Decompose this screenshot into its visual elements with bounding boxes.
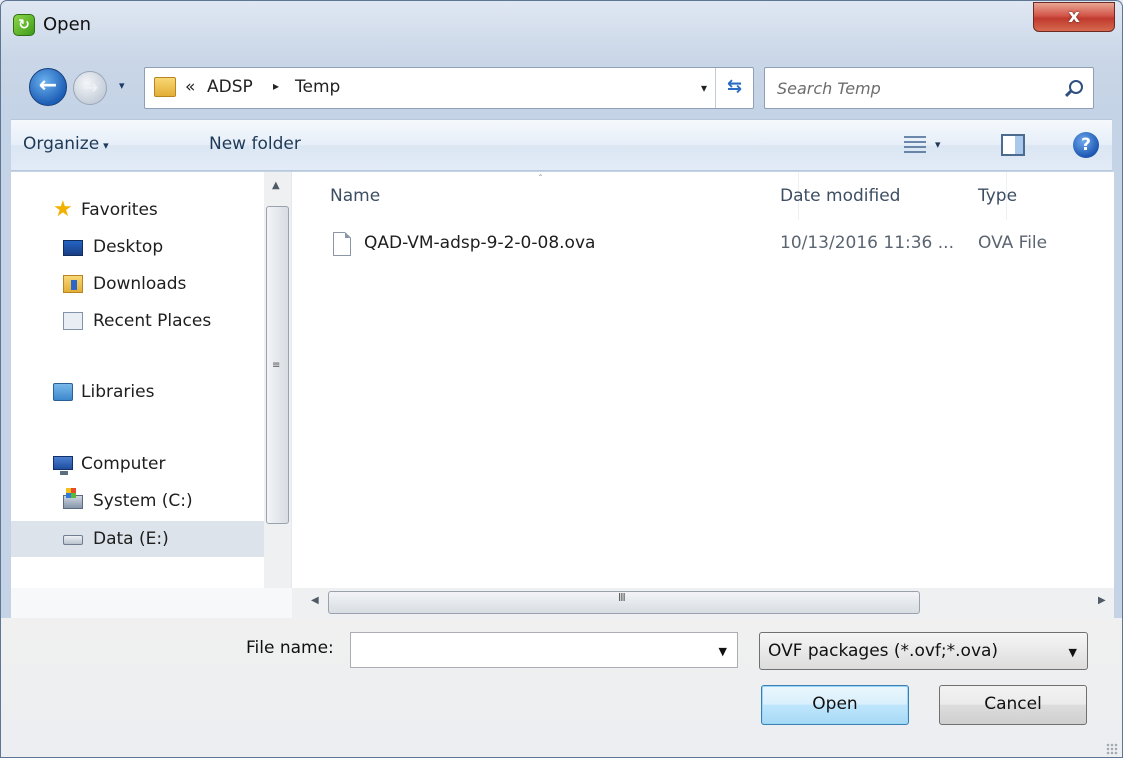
chevron-down-icon: ▾	[103, 139, 109, 152]
grip-icon: ≡	[272, 360, 281, 371]
breadcrumb-overflow[interactable]: «	[185, 77, 195, 97]
address-dropdown[interactable]: ▾	[701, 81, 707, 95]
window-title: Open	[43, 14, 92, 35]
grip-icon: III	[618, 591, 626, 604]
resize-grip-icon[interactable]	[1106, 743, 1118, 755]
scroll-up-icon[interactable]: ▲	[272, 180, 280, 191]
sidebar-item-downloads[interactable]: Downloads	[11, 266, 266, 302]
recent-places-icon	[63, 312, 83, 330]
nav-pane-bottom	[11, 588, 292, 618]
file-name-label: File name:	[246, 638, 334, 658]
navigation-pane: ★ Favorites Desktop Downloads Recent Pla…	[11, 172, 292, 618]
horizontal-scrollbar[interactable]: ◀ III ▶	[292, 588, 1114, 618]
organize-label: Organize	[23, 134, 100, 154]
sidebar-item-label: Favorites	[81, 200, 158, 220]
refresh-button[interactable]: ⇆	[715, 68, 753, 108]
sidebar-item-label: Downloads	[93, 274, 187, 294]
sidebar-item-data-drive[interactable]: Data (E:)	[11, 521, 266, 557]
forward-button[interactable]: →	[73, 71, 107, 105]
search-box[interactable]	[764, 67, 1094, 109]
file-name-input[interactable]	[355, 637, 695, 663]
sidebar-item-label: Recent Places	[93, 311, 212, 331]
sidebar-item-favorites[interactable]: ★ Favorites	[11, 192, 266, 228]
open-button[interactable]: Open	[761, 685, 909, 725]
search-input[interactable]	[777, 76, 1047, 100]
column-header-name[interactable]: Name	[330, 186, 380, 206]
file-icon	[333, 232, 351, 256]
sidebar-item-libraries[interactable]: Libraries	[11, 374, 266, 410]
cancel-button[interactable]: Cancel	[939, 685, 1087, 725]
sidebar-item-label: Computer	[81, 454, 166, 474]
type-cell: OVA File	[978, 233, 1048, 253]
file-name-cell: QAD-VM-adsp-9-2-0-08.ova	[364, 233, 596, 253]
sidebar-item-label: Data (E:)	[93, 529, 169, 549]
sidebar-item-label: Libraries	[81, 382, 155, 402]
file-list: ˆ Name Date modified Type QAD-VM-adsp-9-…	[292, 172, 1114, 618]
file-type-select[interactable]: OVF packages (*.ovf;*.ova) ▼	[759, 632, 1088, 670]
chevron-down-icon: ▼	[1068, 646, 1077, 659]
open-dialog: ↻ Open x ← → ▾ « ADSP ▸ Temp ▾ ⇆ Organiz…	[0, 0, 1123, 758]
sidebar-item-recent-places[interactable]: Recent Places	[11, 303, 266, 339]
back-button[interactable]: ←	[29, 68, 67, 106]
dialog-footer: File name: ▼ OVF packages (*.ovf;*.ova) …	[1, 618, 1122, 757]
column-header-type[interactable]: Type	[978, 186, 1017, 206]
column-header-date-modified[interactable]: Date modified	[780, 186, 900, 206]
breadcrumb-temp[interactable]: Temp	[295, 77, 340, 97]
folder-icon	[154, 77, 176, 97]
nav-vertical-scrollbar[interactable]: ▲ ≡ ▼	[264, 172, 291, 618]
star-icon: ★	[53, 197, 73, 222]
close-button[interactable]: x	[1033, 2, 1115, 32]
help-icon[interactable]: ?	[1073, 132, 1099, 158]
sidebar-item-label: Desktop	[93, 237, 164, 257]
table-row[interactable]: QAD-VM-adsp-9-2-0-08.ova 10/13/2016 11:3…	[326, 224, 1106, 264]
command-bar: Organize ▾ New folder ▾ ?	[11, 119, 1112, 171]
breadcrumb-separator[interactable]: ▸	[273, 79, 279, 93]
file-name-combobox[interactable]: ▼	[350, 632, 738, 668]
navigation-bar: ← → ▾ « ADSP ▸ Temp ▾ ⇆	[1, 55, 1122, 119]
desktop-icon	[63, 240, 83, 256]
preview-pane-icon[interactable]	[1001, 134, 1025, 156]
date-modified-cell: 10/13/2016 11:36 ...	[780, 233, 954, 253]
sort-ascending-icon: ˆ	[538, 174, 543, 185]
sidebar-item-computer[interactable]: Computer	[11, 446, 266, 482]
new-folder-button[interactable]: New folder	[209, 134, 301, 154]
breadcrumb-adsp[interactable]: ADSP	[207, 77, 253, 97]
view-dropdown[interactable]: ▾	[935, 138, 941, 151]
scroll-left-icon[interactable]: ◀	[311, 595, 319, 606]
title-bar[interactable]: ↻ Open x	[1, 1, 1122, 49]
sidebar-item-label: System (C:)	[93, 491, 193, 511]
vsphere-app-icon: ↻	[13, 14, 35, 36]
sidebar-item-system-drive[interactable]: System (C:)	[11, 483, 266, 519]
chevron-down-icon[interactable]: ▼	[719, 645, 727, 658]
drive-icon	[63, 535, 83, 545]
address-bar[interactable]: « ADSP ▸ Temp ▾ ⇆	[144, 67, 754, 109]
libraries-icon	[53, 383, 73, 401]
computer-icon	[53, 456, 73, 475]
downloads-folder-icon	[63, 275, 83, 293]
system-drive-icon	[63, 488, 83, 509]
recent-locations-dropdown[interactable]: ▾	[119, 79, 125, 92]
view-details-icon[interactable]	[904, 136, 926, 154]
sidebar-item-desktop[interactable]: Desktop	[11, 229, 266, 265]
organize-button[interactable]: Organize ▾	[23, 134, 109, 154]
search-icon[interactable]	[1069, 80, 1083, 94]
scroll-right-icon[interactable]: ▶	[1098, 595, 1106, 606]
file-type-value: OVF packages (*.ovf;*.ova)	[768, 641, 999, 661]
